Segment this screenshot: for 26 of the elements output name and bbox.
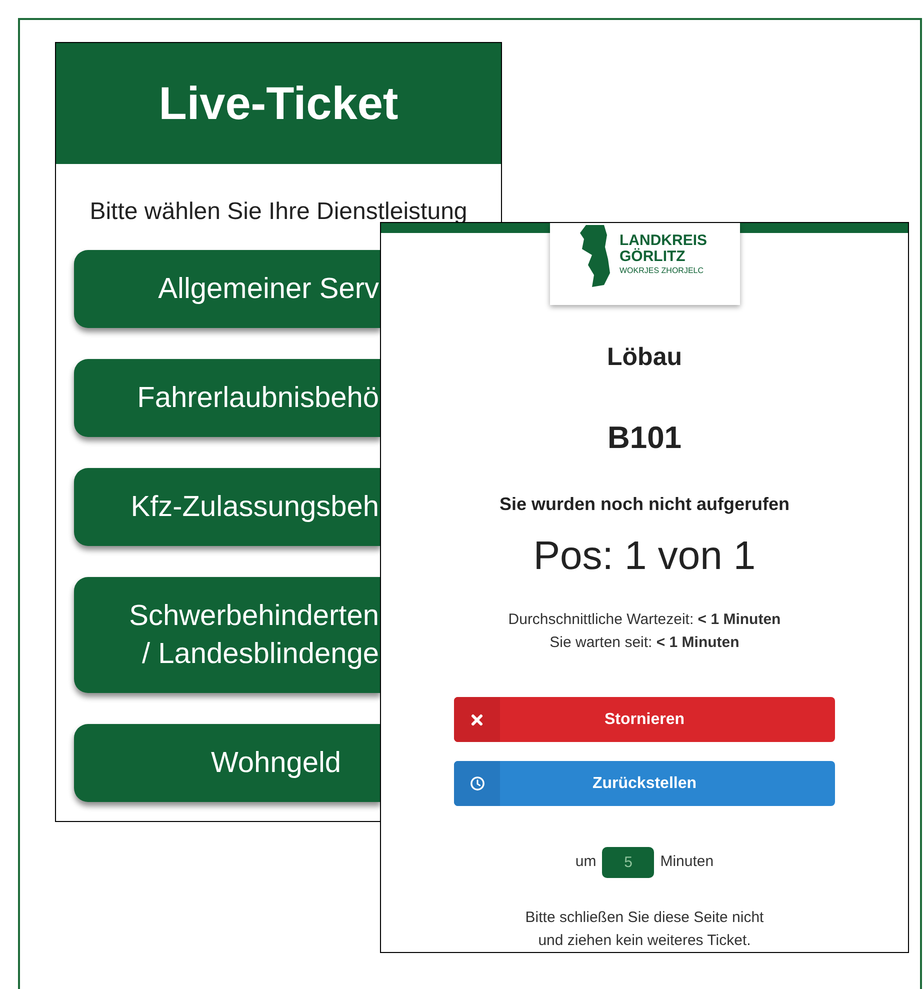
district-map-icon (580, 225, 612, 287)
service-button[interactable]: Fahrerlaubnisbehö (74, 359, 381, 437)
clock-icon (470, 776, 484, 791)
wait-time-text: Sie warten seit: < 1 Minuten (550, 633, 740, 653)
location-name: Löbau (607, 342, 682, 373)
service-button[interactable]: Wohngeld (74, 724, 381, 802)
wait-time-text: Durchschnittliche Wartezeit: < 1 Minuten (508, 610, 781, 630)
queue-position: Pos: 1 von 1 (533, 533, 756, 580)
service-button[interactable]: Kfz-Zulassungsbeh (74, 468, 381, 546)
logo-subtitle: WOKRJES ZHORJELC (620, 267, 705, 275)
logo-text: GÖRLITZ (620, 249, 686, 265)
service-button[interactable]: Schwerbehinderten / Landesblindenge (74, 577, 381, 693)
minutes-input[interactable]: 5 (602, 847, 654, 878)
app-title: Live-Ticket (158, 76, 398, 131)
prompt-text: Bitte wählen Sie Ihre Dienstleistung (90, 197, 468, 227)
logo-text: LANDKREIS (620, 233, 708, 249)
close-icon (471, 714, 483, 726)
action-button[interactable]: Zurückstellen (454, 761, 835, 806)
postpone-suffix: Minuten (660, 852, 714, 872)
ticket-number: B101 (607, 418, 682, 456)
status-text: Sie wurden noch nicht aufgerufen (499, 493, 790, 516)
action-button[interactable]: Stornieren (454, 697, 835, 742)
notice-text: und ziehen kein weiteres Ticket. (538, 931, 751, 951)
notice-text: Bitte schließen Sie diese Seite nicht (525, 908, 764, 928)
service-button[interactable]: Allgemeiner Serv (74, 250, 381, 328)
postpone-prefix: um (575, 852, 596, 872)
